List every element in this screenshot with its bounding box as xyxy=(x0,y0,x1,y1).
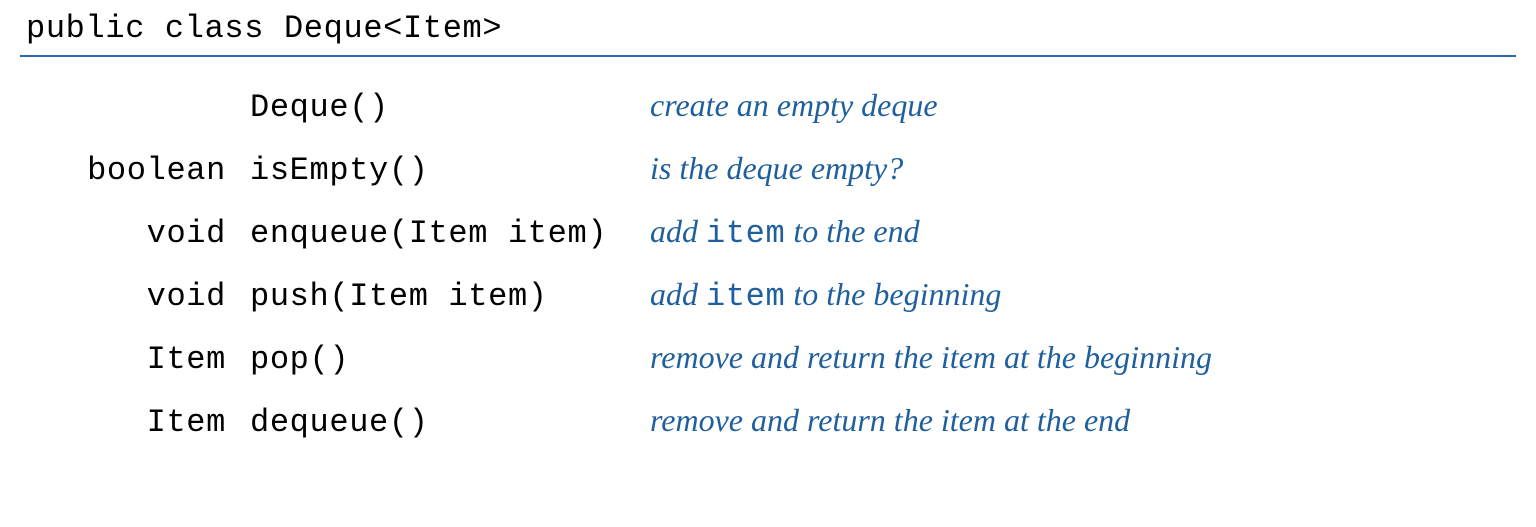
return-type: boolean xyxy=(20,138,250,201)
api-row: voidpush(Item item)add item to the begin… xyxy=(20,264,1212,327)
api-row: Deque()create an empty deque xyxy=(20,75,1212,138)
api-table: Deque()create an empty dequebooleanisEmp… xyxy=(20,75,1212,453)
method-signature: enqueue(Item item) xyxy=(250,201,650,264)
api-row: Itemdequeue()remove and return the item … xyxy=(20,390,1212,453)
divider xyxy=(20,55,1516,57)
method-description: is the deque empty? xyxy=(650,138,1212,201)
desc-text: add xyxy=(650,213,706,249)
return-type xyxy=(20,75,250,138)
class-declaration: public class Deque<Item> xyxy=(20,10,1516,55)
method-signature: Deque() xyxy=(250,75,650,138)
desc-text: is the deque empty? xyxy=(650,150,903,186)
method-description: remove and return the item at the beginn… xyxy=(650,327,1212,390)
method-signature: pop() xyxy=(250,327,650,390)
api-table-body: Deque()create an empty dequebooleanisEmp… xyxy=(20,75,1212,453)
desc-text: add xyxy=(650,276,706,312)
desc-text: remove and return the item at the beginn… xyxy=(650,339,1212,375)
method-description: remove and return the item at the end xyxy=(650,390,1212,453)
method-description: create an empty deque xyxy=(650,75,1212,138)
method-signature: isEmpty() xyxy=(250,138,650,201)
return-type: Item xyxy=(20,390,250,453)
desc-text: to the end xyxy=(785,213,919,249)
api-row: voidenqueue(Item item)add item to the en… xyxy=(20,201,1212,264)
desc-text: remove and return the item at the end xyxy=(650,402,1130,438)
method-signature: push(Item item) xyxy=(250,264,650,327)
return-type: void xyxy=(20,264,250,327)
desc-text: create an empty deque xyxy=(650,87,938,123)
return-type: void xyxy=(20,201,250,264)
return-type: Item xyxy=(20,327,250,390)
desc-code: item xyxy=(706,278,785,315)
api-row: Itempop()remove and return the item at t… xyxy=(20,327,1212,390)
desc-text: to the beginning xyxy=(785,276,1001,312)
method-description: add item to the end xyxy=(650,201,1212,264)
method-description: add item to the beginning xyxy=(650,264,1212,327)
desc-code: item xyxy=(706,215,785,252)
method-signature: dequeue() xyxy=(250,390,650,453)
api-row: booleanisEmpty()is the deque empty? xyxy=(20,138,1212,201)
